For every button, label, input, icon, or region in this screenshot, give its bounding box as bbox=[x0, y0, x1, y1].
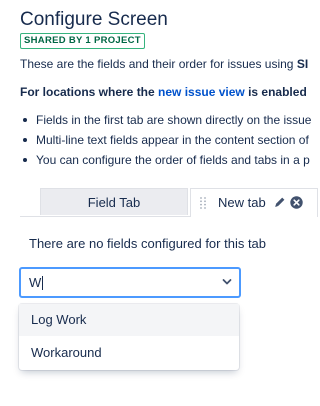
description-screen-name: SI bbox=[296, 57, 309, 71]
field-select-input[interactable]: W bbox=[19, 267, 241, 298]
field-select-dropdown: Log Work Workaround bbox=[19, 304, 239, 370]
info-bullet: You can configure the order of fields an… bbox=[20, 150, 311, 170]
remove-icon[interactable] bbox=[290, 196, 303, 209]
shared-projects-badge[interactable]: SHARED BY 1 PROJECT bbox=[20, 33, 145, 49]
screen-description: These are the fields and their order for… bbox=[20, 57, 308, 71]
info-bullet: Fields in the first tab are shown direct… bbox=[20, 110, 311, 130]
field-select-text: W bbox=[29, 275, 42, 290]
issue-view-note-prefix: For locations where the bbox=[20, 85, 159, 99]
chevron-down-icon[interactable] bbox=[222, 278, 232, 286]
drag-handle-icon[interactable] bbox=[200, 197, 206, 209]
info-bullet: Multi-line text fields appear in the con… bbox=[20, 130, 311, 150]
tab-label: New tab bbox=[218, 195, 266, 210]
option-workaround[interactable]: Workaround bbox=[19, 337, 239, 369]
new-issue-view-link[interactable]: new issue view bbox=[158, 85, 245, 99]
issue-view-note-suffix: is enabled bbox=[244, 85, 307, 99]
pencil-icon[interactable] bbox=[274, 196, 286, 208]
page-title: Configure Screen bbox=[20, 9, 168, 30]
option-log-work[interactable]: Log Work bbox=[19, 304, 239, 336]
screen-tabs-bar: Field Tab New tab A bbox=[20, 188, 318, 217]
issue-view-note: For locations where the new issue view i… bbox=[20, 85, 307, 99]
empty-tab-message: There are no fields configured for this … bbox=[29, 236, 267, 251]
text-cursor bbox=[42, 275, 44, 290]
tab-new-tab[interactable]: New tab bbox=[190, 188, 318, 217]
info-bullet-list: Fields in the first tab are shown direct… bbox=[20, 110, 311, 170]
description-text: These are the fields and their order for… bbox=[20, 57, 297, 71]
field-select-value[interactable]: W bbox=[29, 269, 44, 296]
tab-field-tab[interactable]: Field Tab bbox=[40, 188, 188, 215]
